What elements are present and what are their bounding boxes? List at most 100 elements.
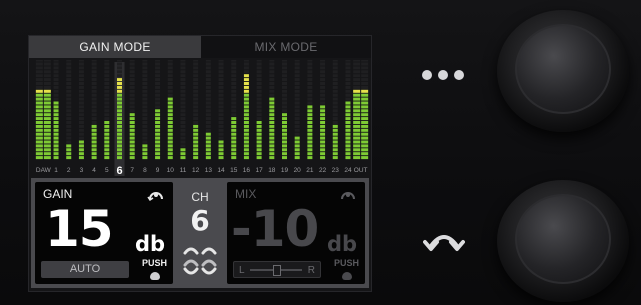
link-toggle-icon[interactable] bbox=[182, 244, 218, 278]
gain-panel[interactable]: GAIN 15 db AUTO PUSH bbox=[35, 182, 173, 284]
meter-segment bbox=[43, 109, 51, 113]
meter-channel-6[interactable]: 6 bbox=[114, 60, 125, 177]
meter-channel-2: 2 bbox=[66, 60, 72, 174]
meter-segment bbox=[282, 124, 287, 128]
meter-segment bbox=[307, 136, 313, 140]
meter-segment bbox=[345, 140, 351, 144]
pan-slider[interactable]: L R bbox=[233, 261, 321, 278]
meter-segment bbox=[243, 144, 249, 148]
meter-segment bbox=[256, 144, 262, 148]
meter-segment bbox=[66, 156, 72, 160]
meter-segment bbox=[256, 124, 262, 128]
meter-segment bbox=[332, 148, 338, 152]
meter-channel-5: 5 bbox=[104, 60, 110, 174]
bottom-rotary-knob[interactable] bbox=[497, 180, 629, 302]
meter-segment bbox=[294, 144, 300, 148]
meter-segment bbox=[205, 152, 211, 156]
pan-right-label: R bbox=[307, 265, 315, 276]
meter-segment bbox=[256, 140, 262, 144]
meter-segment bbox=[353, 124, 361, 128]
meter-segment bbox=[307, 132, 313, 136]
gain-unit: db bbox=[135, 232, 166, 256]
meter-segment bbox=[91, 148, 97, 152]
meter-channel-daw: DAW bbox=[35, 60, 52, 174]
meter-segment bbox=[320, 117, 326, 121]
meter-segment bbox=[361, 124, 369, 128]
top-rotary-knob[interactable] bbox=[497, 10, 629, 132]
meter-channel-14: 14 bbox=[217, 60, 225, 174]
meter-segment bbox=[35, 97, 43, 101]
meter-segment bbox=[307, 121, 313, 124]
meter-segment bbox=[361, 148, 369, 152]
meter-segment bbox=[353, 101, 361, 105]
more-dots-icon[interactable] bbox=[422, 70, 466, 80]
meter-segment bbox=[320, 144, 326, 148]
meter-segment bbox=[43, 97, 51, 101]
mix-panel[interactable]: MIX -10 db L R PUSH bbox=[227, 182, 365, 284]
meter-label: OUT bbox=[354, 167, 368, 174]
meter-segment bbox=[269, 105, 275, 109]
pan-handle[interactable] bbox=[273, 265, 281, 276]
meter-segment bbox=[361, 101, 369, 105]
control-area: GAIN 15 db AUTO PUSH CH 6 MIX -10 db L R… bbox=[31, 178, 369, 288]
meter-segment bbox=[129, 140, 135, 144]
meter-segment bbox=[117, 109, 122, 113]
meter-segment bbox=[104, 152, 110, 156]
meter-segment bbox=[282, 117, 287, 121]
meter-segment bbox=[353, 89, 361, 93]
meter-segment bbox=[353, 132, 361, 136]
meter-segment bbox=[53, 144, 59, 148]
meter-segment bbox=[43, 156, 51, 160]
meter-segment bbox=[243, 148, 249, 152]
mode-tabs: GAIN MODE MIX MODE bbox=[29, 36, 371, 58]
meter-segment bbox=[231, 132, 237, 136]
meter-channel-20: 20 bbox=[294, 60, 301, 174]
meter-segment bbox=[155, 144, 161, 148]
meter-segment bbox=[180, 152, 186, 156]
meter-segment bbox=[117, 132, 122, 136]
auto-gain-button[interactable]: AUTO bbox=[41, 261, 129, 278]
meter-segment bbox=[53, 109, 59, 113]
meter-segment bbox=[282, 144, 287, 148]
meter-segment bbox=[117, 101, 122, 105]
meter-segment bbox=[43, 93, 51, 97]
meter-segment bbox=[193, 148, 199, 152]
meter-segment bbox=[43, 101, 51, 105]
meter-segment bbox=[117, 105, 122, 109]
meter-segment bbox=[345, 132, 351, 136]
meter-segment bbox=[332, 140, 338, 144]
meter-segment bbox=[345, 117, 351, 121]
meter-segment bbox=[35, 109, 43, 113]
meter-segment bbox=[243, 156, 249, 160]
meter-segment bbox=[269, 109, 275, 113]
meter-segment bbox=[332, 136, 338, 140]
meter-channel-24: 24 bbox=[344, 60, 352, 174]
meter-segment bbox=[117, 156, 122, 160]
meter-segment bbox=[269, 124, 275, 128]
tab-gain-mode[interactable]: GAIN MODE bbox=[29, 36, 201, 58]
meter-segment bbox=[256, 148, 262, 152]
meter-segment bbox=[193, 132, 199, 136]
meter-segment bbox=[243, 101, 249, 105]
channel-label: CH bbox=[191, 190, 209, 204]
pan-left-label: L bbox=[239, 265, 245, 276]
meter-segment bbox=[361, 109, 369, 113]
meter-segment bbox=[155, 148, 161, 152]
meter-segment bbox=[78, 148, 84, 152]
meter-segment bbox=[104, 156, 110, 160]
meter-channel-out: OUT bbox=[353, 60, 369, 174]
meter-segment bbox=[282, 140, 287, 144]
meter-segment bbox=[243, 140, 249, 144]
meter-segment bbox=[332, 132, 338, 136]
tab-mix-mode[interactable]: MIX MODE bbox=[201, 36, 371, 58]
meter-label: 2 bbox=[67, 167, 71, 174]
gain-knob-icon bbox=[147, 192, 163, 202]
meter-segment bbox=[294, 136, 300, 140]
meter-segment bbox=[35, 140, 43, 144]
meter-label: 14 bbox=[217, 167, 225, 174]
meter-channel-13: 13 bbox=[205, 60, 212, 174]
meter-segment bbox=[345, 156, 351, 160]
meter-segment bbox=[53, 148, 59, 152]
meter-segment bbox=[91, 136, 97, 140]
meter-segment bbox=[129, 156, 135, 160]
